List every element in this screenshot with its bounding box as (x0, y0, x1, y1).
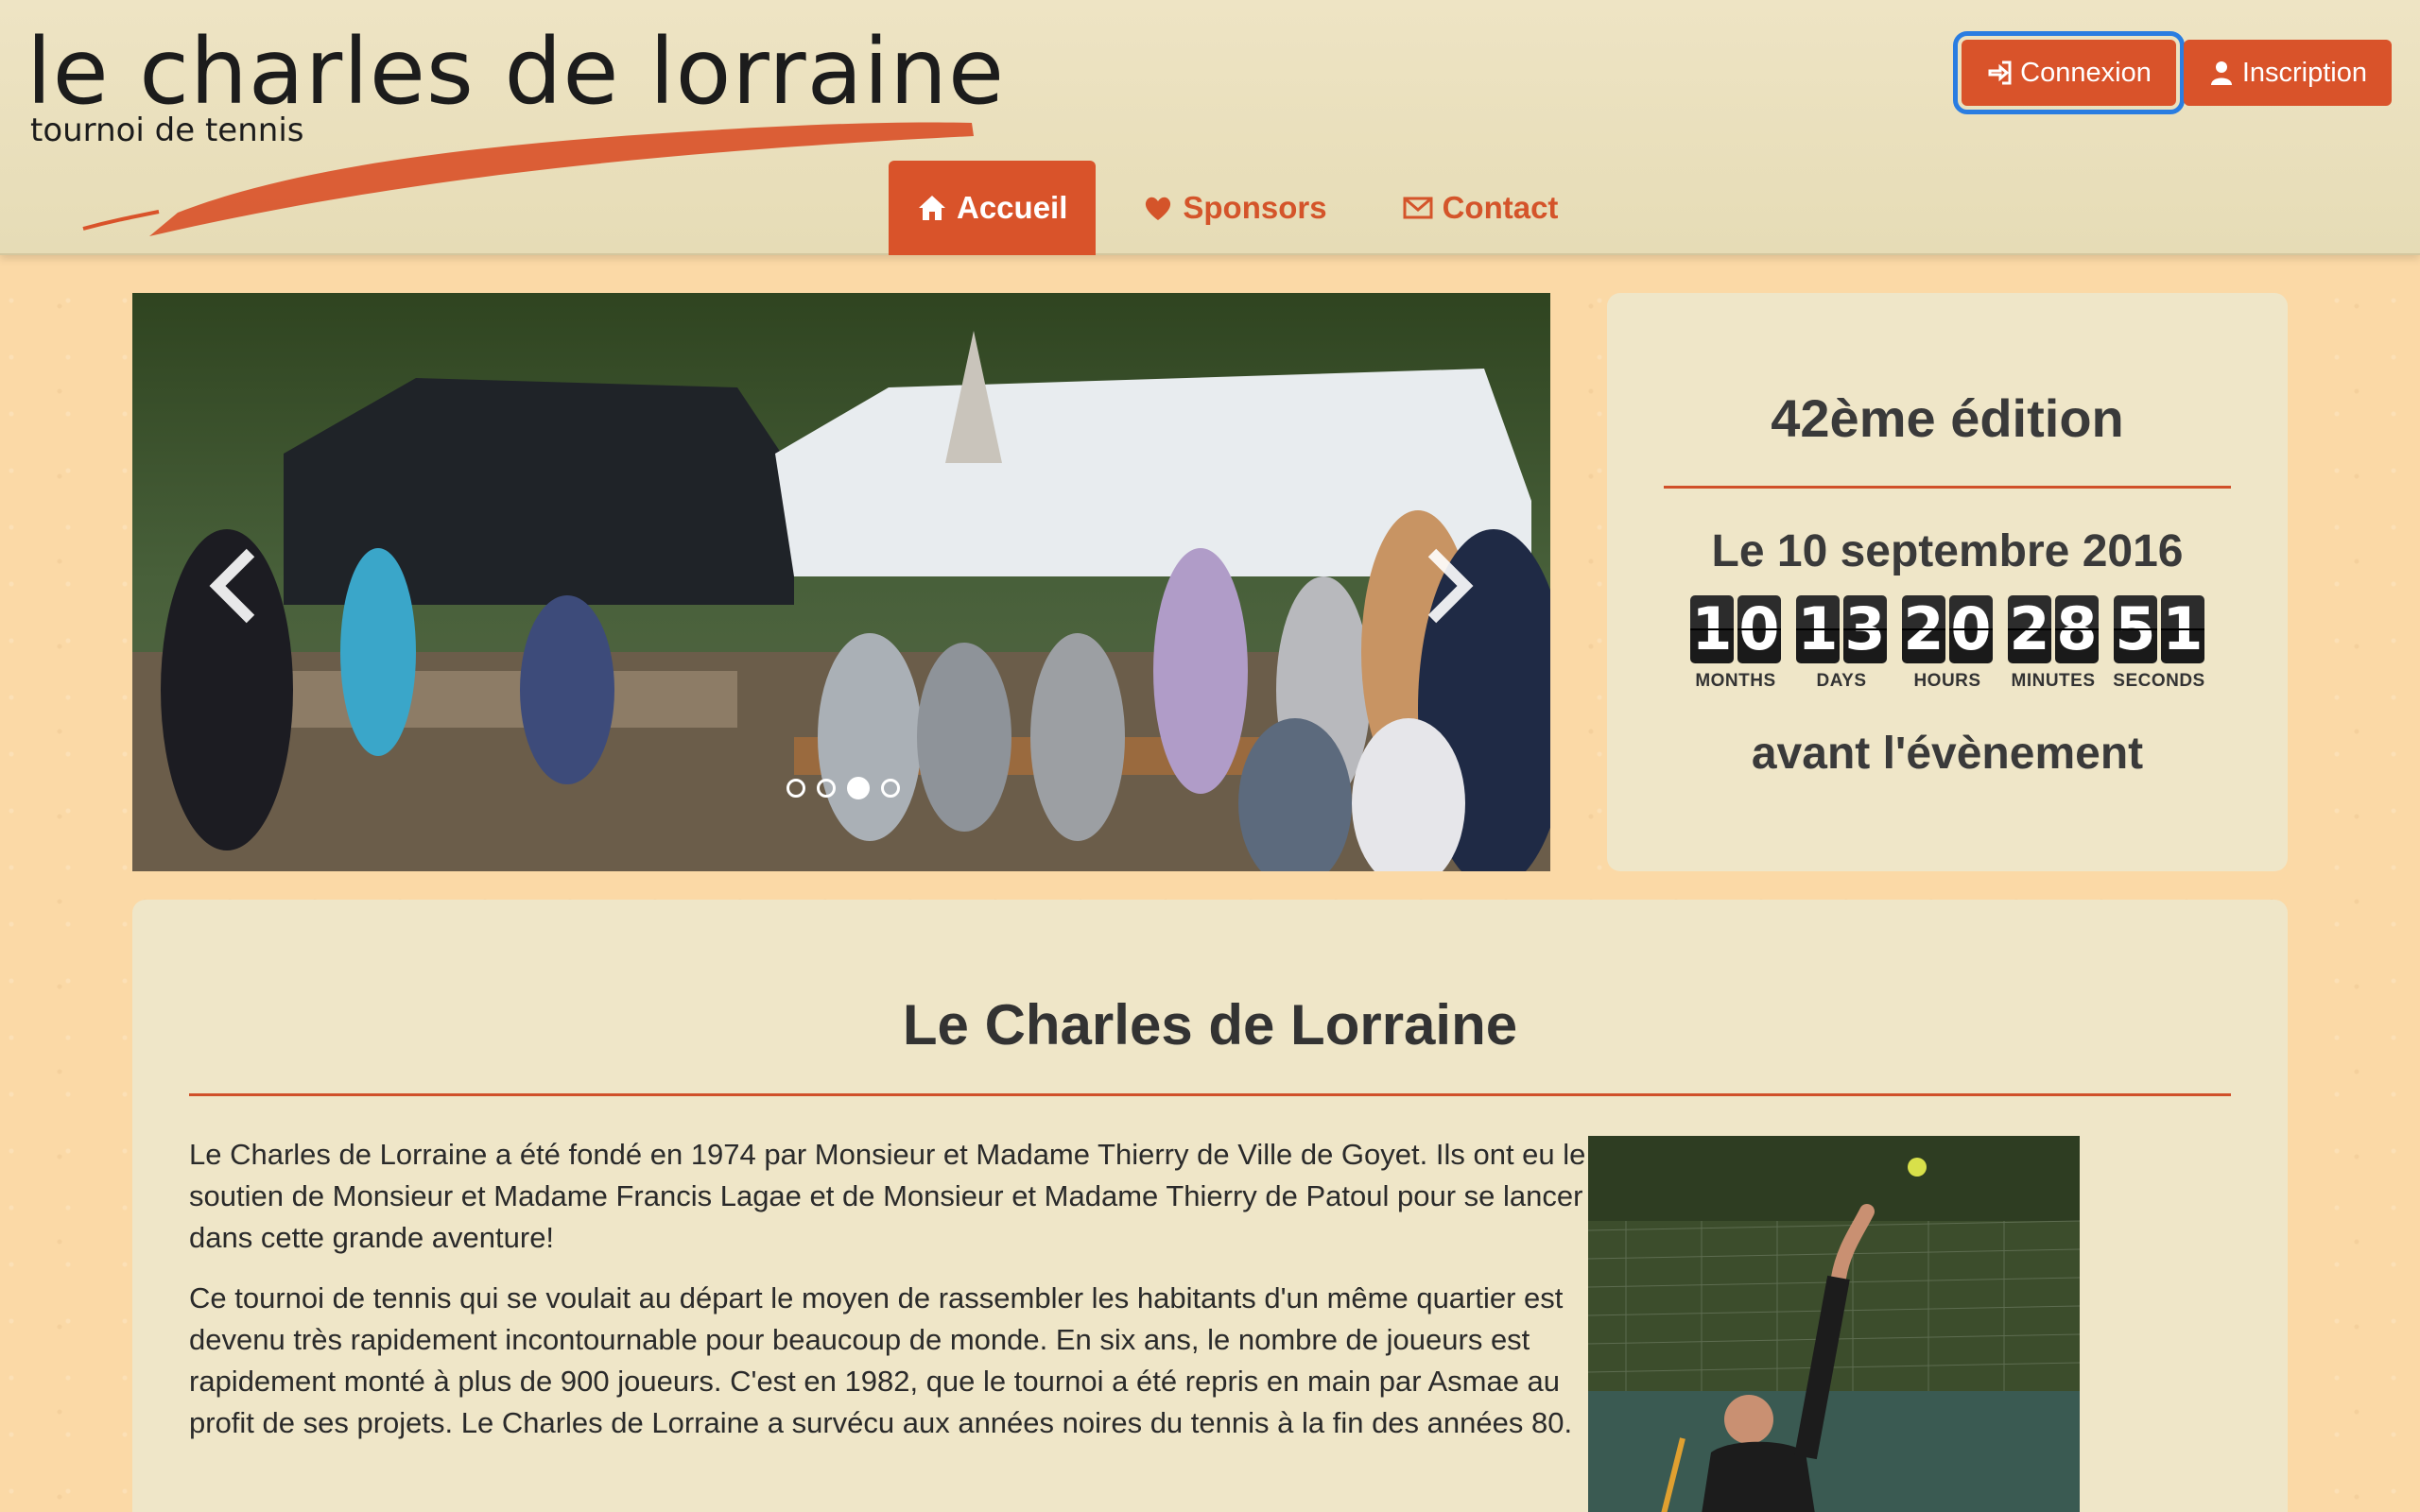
register-label: Inscription (2241, 57, 2367, 88)
about-paragraph: Le Charles de Lorraine a été fondé en 19… (189, 1138, 1586, 1254)
site-header: le charles de lorraine tournoi de tennis… (0, 0, 2420, 255)
nav-item-label: Sponsors (1183, 190, 1327, 225)
tennis-player-photo (1588, 1136, 2080, 1512)
flip-digit: 8 (2055, 594, 2099, 663)
divider (1664, 486, 2231, 489)
main-nav: Accueil Sponsors Contact (889, 161, 1586, 255)
carousel-indicators (786, 777, 900, 799)
flip-digit: 0 (1737, 594, 1781, 663)
about-title: Le Charles de Lorraine (902, 993, 1518, 1057)
site-logo[interactable]: le charles de lorraine tournoi de tennis (26, 19, 1004, 236)
flip-digit: 1 (1690, 594, 1734, 663)
flip-digit: 1 (2161, 594, 2204, 663)
flip-digits: 28 (2008, 595, 2099, 663)
countdown-unit-minutes: 2 8 MINUTES (2008, 595, 2099, 692)
photo-carousel[interactable] (132, 293, 1550, 871)
flip-digits: 20 (1902, 595, 1993, 663)
carousel-dot[interactable] (817, 779, 836, 798)
countdown-unit-days: 1 3 DAYS (1796, 595, 1887, 692)
nav-item-sponsors[interactable]: Sponsors (1115, 161, 1355, 255)
carousel-dot[interactable] (786, 779, 805, 798)
brand-title: le charles de lorraine (26, 19, 1006, 125)
carousel-next-arrow[interactable] (1409, 539, 1484, 633)
flip-digit: 5 (2114, 594, 2157, 663)
flip-digits: 13 (1796, 595, 1887, 663)
nav-item-label: Contact (1442, 190, 1559, 225)
carousel-dot[interactable] (881, 779, 900, 798)
flip-digit: 3 (1843, 594, 1887, 663)
divider (189, 1093, 2231, 1096)
flip-digit: 2 (2008, 594, 2051, 663)
countdown-unit-hours: 2 0 HOURS (1902, 595, 1993, 692)
home-icon (919, 196, 945, 220)
countdown-unit-label: HOURS (1913, 671, 1981, 691)
login-label: Connexion (2020, 57, 2152, 88)
countdown-unit-label: SECONDS (2113, 671, 2205, 691)
edition-heading: 42ème édition (1771, 388, 2124, 448)
nav-item-label: Accueil (957, 190, 1068, 225)
countdown-unit-label: MINUTES (2011, 671, 2096, 691)
heart-icon (1146, 197, 1171, 220)
login-button[interactable]: Connexion (1953, 31, 2185, 114)
countdown-unit-label: DAYS (1816, 671, 1867, 691)
event-date: Le 10 septembre 2016 (1711, 526, 2184, 576)
envelope-icon (1403, 197, 1433, 219)
countdown-card: 42ème édition Le 10 septembre 2016 1 0 MON… (1607, 293, 2288, 871)
countdown-caption: avant l'évènement (1751, 729, 2144, 779)
flip-digit: 0 (1949, 594, 1993, 663)
carousel-prev-arrow[interactable] (199, 539, 274, 633)
auth-buttons: Connexion Inscription (1953, 31, 2392, 114)
countdown-unit-label: MONTHS (1695, 671, 1776, 691)
about-text: Le Charles de Lorraine a été fondé en 19… (189, 1134, 1598, 1463)
brand-subtitle: tournoi de tennis (30, 112, 304, 149)
countdown-unit-months: 1 0 MONTHS (1690, 595, 1781, 692)
carousel-dot-active[interactable] (847, 777, 870, 799)
about-section: Le Charles de Lorraine Le Charles de Lor… (132, 900, 2288, 1512)
register-button[interactable]: Inscription (2183, 40, 2392, 106)
flip-digit: 2 (1902, 594, 1945, 663)
flip-digits: 51 (2114, 595, 2204, 663)
nav-item-contact[interactable]: Contact (1374, 161, 1587, 255)
about-paragraph: Ce tournoi de tennis qui se voulait au d… (189, 1281, 1573, 1439)
countdown-timer: 1 0 MONTHS 1 3 DAYS 2 0 HOURS 2 8 MINUTES 5 1 SECONDS (1690, 595, 2204, 692)
sign-in-icon (1988, 60, 2012, 85)
flip-digit: 1 (1796, 594, 1840, 663)
nav-item-accueil[interactable]: Accueil (889, 161, 1097, 255)
flip-digits: 10 (1690, 595, 1781, 663)
countdown-unit-seconds: 5 1 SECONDS (2113, 595, 2205, 692)
user-icon (2210, 61, 2232, 85)
